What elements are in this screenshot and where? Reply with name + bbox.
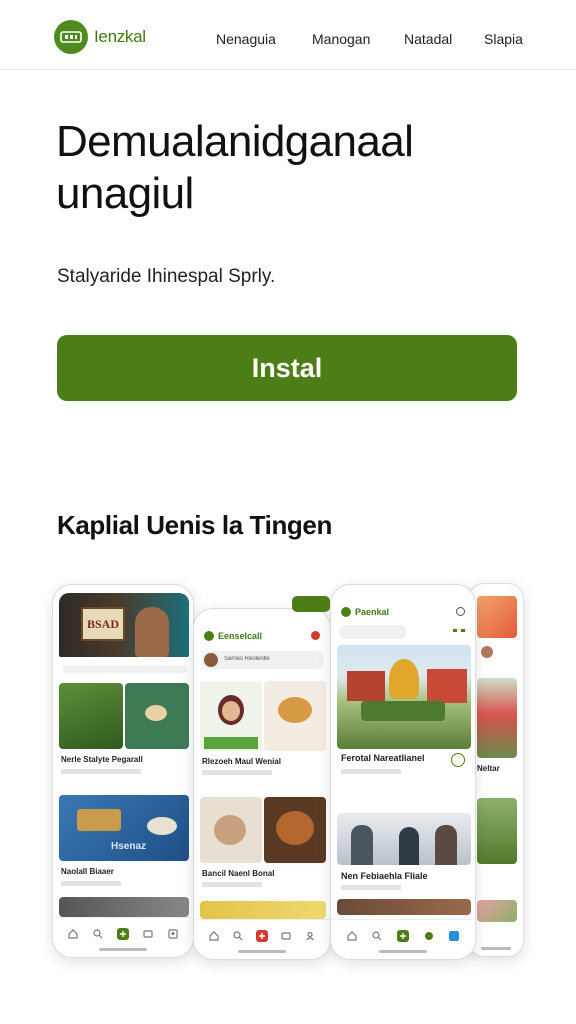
post-meta [341,885,401,890]
hero-subtitle: Stalyaride Ihinespal Sprly. [57,266,276,287]
portrait-photo [200,681,262,751]
add-icon[interactable] [116,927,129,940]
bottom-tab-bar [331,919,475,959]
post-meta [202,770,272,775]
search-icon[interactable] [92,928,104,940]
avatar [204,653,218,667]
post-caption: Neltar [477,764,500,773]
nav-link-4[interactable]: Slapia [484,31,523,47]
bottom-tab-bar [53,917,193,957]
home-icon[interactable] [67,928,79,940]
flower-photo [477,900,517,922]
phone-mockup-2: Eenselcall Sarnes Reolenlle Rlezoeh Maul… [193,608,331,960]
brand-logo[interactable]: Ienzkal [54,20,146,54]
post-caption: Naolall Biaaer [61,867,114,876]
message-icon[interactable] [280,930,292,942]
stew-photo [264,797,326,863]
bottom-tab-bar [194,919,330,959]
person-figure [135,607,169,657]
post-meta [61,769,141,774]
phone-mockup-4: Neltar [468,583,524,957]
logo-icon [54,20,88,54]
app-title: Paenkal [355,607,390,617]
search-text: Sarnes Reolenlle [224,656,270,662]
post-caption: Ferotal Nareatlianel [341,753,425,763]
hero-title: Demualanidganaal unagiul [56,117,414,218]
home-icon[interactable] [208,930,220,942]
street-photo [59,897,189,917]
home-indicator [238,950,286,953]
app-logo-icon [204,631,214,641]
food-photo [200,901,326,919]
post-caption: Nerle Stalyte Pegarall [61,755,143,764]
temple-photo [477,678,517,758]
settings-icon[interactable] [456,607,465,616]
install-button[interactable]: Instal [57,335,517,401]
post-caption: Nen Febiaehla Fliale [341,871,428,881]
filter-strip [63,665,187,673]
preview-section-title: Kaplial Uenis la Tingen [57,510,332,540]
home-indicator [379,950,427,953]
profile-icon[interactable] [167,928,179,940]
search-icon[interactable] [232,930,244,942]
add-icon[interactable] [256,929,268,942]
top-header: Ienzkal Nenaguia Manogan Natadal Slapia [0,0,576,70]
app-title: Eenselcall [218,631,263,641]
phone-mockup-3: Paenkal Ferotal Nareatlianel Nen Febiaeh… [330,584,476,960]
photo-sign: Hsenaz [111,841,147,852]
app-logo-icon [341,607,351,617]
like-button[interactable] [451,753,465,767]
temple-photo [337,645,471,749]
message-icon[interactable] [448,930,460,942]
dish-photo [125,683,189,749]
post-meta [202,882,262,887]
nav-link-1[interactable]: Nenaguia [216,31,276,47]
people-photo [337,813,471,865]
garden-photo [59,683,123,749]
home-icon[interactable] [346,930,358,942]
home-indicator [99,948,147,951]
boat-photo: Hsenaz [59,795,189,861]
phone-mockup-1: BSAD Nerle Stalyte Pegarall Hsenaz Naola… [52,584,194,958]
add-icon[interactable] [396,929,409,942]
home-indicator [481,947,511,950]
post-caption: Rlezoeh Maul Wenial [202,757,281,766]
nav-link-2[interactable]: Manogan [312,31,370,47]
post-meta [61,881,121,886]
brand-name: Ienzkal [94,27,146,46]
notification-icon[interactable] [311,631,320,640]
plate-photo [200,797,262,863]
message-icon[interactable] [142,928,154,940]
dish-photo [264,681,326,751]
search-icon[interactable] [371,930,383,942]
hero-photo: BSAD [59,593,189,657]
search-bar[interactable]: Sarnes Reolenlle [202,651,324,669]
avatar [481,646,493,658]
profile-icon[interactable] [304,930,316,942]
sign-board: BSAD [81,607,125,641]
heart-icon[interactable] [423,930,435,942]
more-icon[interactable] [453,629,465,633]
badge-icon [292,596,330,612]
post-caption: Bancil Naenl Bonal [202,869,275,878]
building-photo [337,899,471,915]
post-meta [341,769,401,774]
nav-link-3[interactable]: Natadal [404,31,452,47]
sign-text: BSAD [86,616,119,631]
food-photo [477,596,517,638]
garden-photo [477,798,517,864]
search-bar[interactable] [339,625,407,639]
